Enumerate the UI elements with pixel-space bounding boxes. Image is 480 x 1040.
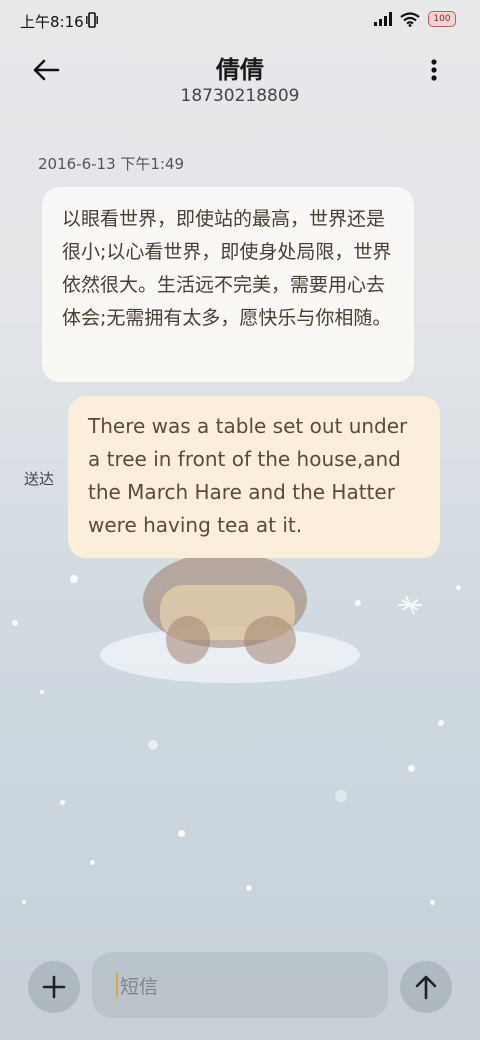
- vibrate-icon: [86, 12, 98, 28]
- battery-level: 100: [433, 14, 451, 24]
- arrow-up-icon: [415, 975, 437, 1000]
- status-time: 上午8:16: [20, 13, 84, 31]
- more-vertical-icon: [431, 59, 437, 81]
- wifi-icon: [400, 11, 420, 27]
- text-caret: [116, 973, 118, 997]
- outgoing-message-text: There was a table set out under a tree i…: [88, 414, 408, 537]
- incoming-message-text: 以眼看世界，即使站的最高，世界还是很小;以心看世界，即使身处局限，世界依然很大。…: [62, 208, 392, 329]
- contact-name: 倩倩: [216, 56, 264, 84]
- plus-icon: [42, 975, 66, 999]
- message-input-placeholder: 短信: [120, 975, 159, 998]
- send-button[interactable]: [400, 961, 452, 1013]
- outgoing-message-bubble[interactable]: There was a table set out under a tree i…: [68, 396, 440, 558]
- more-options-button[interactable]: [418, 54, 450, 86]
- message-timestamp: 2016-6-13 下午1:49: [38, 155, 185, 173]
- message-input[interactable]: 短信: [92, 952, 388, 1018]
- add-attachment-button[interactable]: [28, 961, 80, 1013]
- battery-icon: 100: [428, 11, 456, 27]
- incoming-message-bubble[interactable]: 以眼看世界，即使站的最高，世界还是很小;以心看世界，即使身处局限，世界依然很大。…: [42, 187, 414, 382]
- status-bar: 上午8:16 100: [0, 0, 480, 40]
- signal-icon: [374, 12, 392, 26]
- delivery-status: 送达: [24, 470, 55, 488]
- contact-number: 18730218809: [180, 86, 300, 106]
